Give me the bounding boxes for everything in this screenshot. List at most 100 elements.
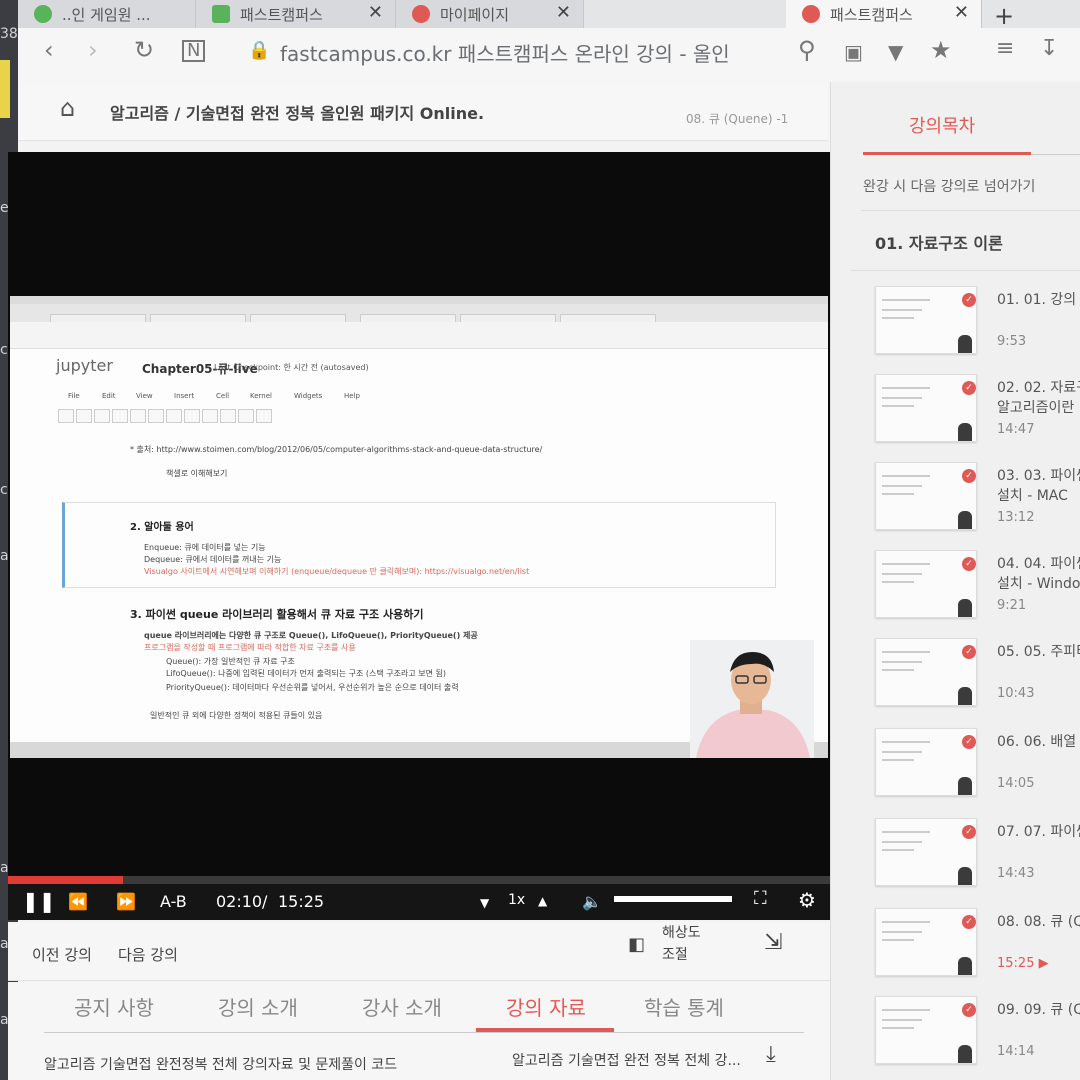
popout-icon[interactable]: ⇲ [764, 930, 782, 955]
lecture-name: 02. 02. 자료구 알고리즘이란 [997, 380, 1080, 416]
quality-label[interactable]: 조절 [662, 944, 688, 964]
tab-favicon [802, 5, 820, 23]
lecture-item[interactable]: ✓ 04. 04. 파이썬 설치 - Window 9:21 [875, 550, 1080, 630]
pocket-icon[interactable]: ▼ [888, 40, 903, 64]
lecture-duration: 13:12 [997, 510, 1035, 525]
zoom-icon[interactable]: ⚲ [798, 36, 816, 64]
lecture-item[interactable]: ✓ 06. 06. 배열 14:05 [875, 728, 1080, 808]
download-icon[interactable]: ↧ [1040, 36, 1058, 61]
download-icon[interactable]: ⤓ [766, 1042, 776, 1067]
checkpoint-text: Last Checkpoint: 한 시간 전 (autosaved) [214, 363, 369, 372]
episode-label: 08. 큐 (Quene) -1 [686, 112, 789, 126]
lecture-name: 05. 05. 주피터 [997, 644, 1080, 660]
fullscreen-icon[interactable]: ⛶ [754, 888, 767, 909]
nb-menu-item: Insert [174, 392, 195, 400]
material-item[interactable]: 알고리즘 기술면접 완전 정복 전체 강... [512, 1050, 741, 1070]
home-icon[interactable]: ⌂ [60, 94, 75, 122]
lecture-name: 04. 04. 파이썬 설치 - Window [997, 556, 1080, 592]
video-controls: ❚❚ ⏪ ⏩ A-B 02:10 / 15:25 ▼ 1x ▲ 🔈 ⛶ ⚙ [8, 884, 832, 920]
speed-up-icon[interactable]: ▲ [538, 894, 547, 908]
ab-repeat-button[interactable]: A-B [160, 892, 187, 911]
sidebar-divider [1031, 154, 1080, 155]
instructor-thumb-icon [958, 423, 972, 441]
volume-icon[interactable]: 🔈 [582, 892, 602, 911]
lecture-item[interactable]: ✓ 09. 09. 큐 (Q 14:14 [875, 996, 1080, 1076]
lecture-item[interactable]: ✓ 02. 02. 자료구 알고리즘이란 14:47 [875, 374, 1080, 454]
rewind-icon[interactable]: ⏪ [68, 892, 88, 911]
tab-label: 패스트캠퍼스 [830, 5, 913, 24]
sidebar-title-underline [863, 152, 1031, 155]
new-tab-button[interactable]: + [994, 2, 1014, 30]
lecture-name: 08. 08. 큐 (Q [997, 914, 1080, 930]
sidebar-title[interactable]: 강의목차 [909, 112, 975, 138]
lecture-duration: 10:43 [997, 686, 1035, 701]
recorded-bookmarks [10, 336, 828, 349]
material-item[interactable]: 알고리즘 기술면접 완전정복 전체 강의자료 및 문제풀이 코드 [44, 1054, 397, 1074]
nb-menu-item: File [68, 392, 80, 400]
browser-tab-active[interactable]: 패스트캠퍼스 ✕ [786, 0, 982, 28]
settings-gear-icon[interactable]: ⚙ [798, 888, 816, 912]
forward-icon[interactable]: › [88, 36, 98, 64]
instructor-thumb-icon [958, 957, 972, 975]
close-tab-icon[interactable]: ✕ [368, 2, 383, 23]
browser-tab[interactable]: 마이페이지 ✕ [396, 0, 584, 28]
lecture-thumbnail: ✓ [875, 638, 977, 706]
reload-icon[interactable]: ↻ [134, 36, 154, 64]
lecture-item[interactable]: ✓ 07. 07. 파이썬 14:43 [875, 818, 1080, 898]
nb-menu-item: Help [344, 392, 360, 400]
tab-notice[interactable]: 공지 사항 [74, 992, 154, 1021]
nb-bullet: Dequeue: 큐에서 데이터를 꺼내는 기능 [144, 555, 282, 564]
nb-toolbar [58, 408, 398, 424]
lecture-name: 09. 09. 큐 (Q [997, 1002, 1080, 1018]
back-icon[interactable]: ‹ [44, 36, 54, 64]
browser-tab[interactable]: ..인 게임원 ... [18, 0, 196, 28]
url-bar[interactable]: fastcampus.co.kr 패스트캠퍼스 온라인 강의 - 올인 [280, 38, 840, 72]
nb-bullet: PriorityQueue(): 데이터마다 우선순위를 넣어서, 우선순위가 … [166, 683, 459, 692]
progress-track[interactable] [8, 876, 830, 884]
lecture-name: 03. 03. 파이썬 설치 - MAC [997, 468, 1080, 504]
close-tab-icon[interactable]: ✕ [556, 2, 571, 23]
progress-fill [8, 876, 123, 884]
time-separator: / [262, 892, 268, 911]
nb-bullet: queue 라이브러리에는 다양한 큐 구조로 Queue(), LifoQue… [144, 631, 478, 640]
playback-speed: 1x [508, 892, 526, 908]
speed-down-icon[interactable]: ▼ [480, 896, 489, 910]
star-icon[interactable]: ★ [930, 36, 952, 64]
total-time: 15:25 [278, 892, 325, 911]
tab-instructor[interactable]: 강사 소개 [362, 992, 442, 1021]
completed-check-icon: ✓ [962, 381, 976, 395]
next-lecture-button[interactable]: 다음 강의 [118, 944, 178, 965]
lecture-item[interactable]: ✓ 01. 01. 강의 소 9:53 [875, 286, 1080, 366]
browser-tab[interactable]: 패스트캠퍼스 ✕ [196, 0, 396, 28]
close-tab-icon[interactable]: ✕ [954, 2, 969, 23]
reader-icon[interactable]: N [182, 40, 206, 62]
section-title[interactable]: 01. 자료구조 이론 [875, 230, 1003, 254]
lecture-item[interactable]: ✓ 05. 05. 주피터 10:43 [875, 638, 1080, 718]
fast-forward-icon[interactable]: ⏩ [116, 892, 136, 911]
lecture-thumbnail: ✓ [875, 550, 977, 618]
content-tabs: 공지 사항 강의 소개 강사 소개 강의 자료 학습 통계 [8, 982, 832, 1036]
library-icon[interactable]: ≡ [996, 36, 1014, 61]
completed-check-icon: ✓ [962, 1003, 976, 1017]
pause-icon[interactable]: ❚❚ [22, 889, 56, 913]
tab-divider [44, 1032, 804, 1033]
tab-course-intro[interactable]: 강의 소개 [218, 992, 298, 1021]
lecture-item[interactable]: ✓ 08. 08. 큐 (Q 15:25 ▶ [875, 908, 1080, 988]
browser-toolbar: ‹ › ↻ N 🔒 fastcampus.co.kr 패스트캠퍼스 온라인 강의… [18, 28, 1080, 83]
volume-slider[interactable] [614, 896, 732, 902]
quality-icon[interactable]: ◧ [628, 934, 645, 955]
lecture-thumbnail: ✓ [875, 728, 977, 796]
instructor-thumb-icon [958, 867, 972, 885]
sidebar-divider [851, 270, 1080, 271]
tab-label: 마이페이지 [440, 5, 510, 24]
quality-label[interactable]: 해상도 [662, 922, 701, 942]
autoplay-option[interactable]: 완강 시 다음 강의로 넘어가기 [863, 176, 1035, 196]
screenshot-icon[interactable]: ▣ [844, 40, 863, 64]
completed-check-icon: ✓ [962, 469, 976, 483]
tab-stats[interactable]: 학습 통계 [644, 992, 724, 1021]
lecture-item[interactable]: ✓ 03. 03. 파이썬 설치 - MAC 13:12 [875, 462, 1080, 542]
instructor-thumb-icon [958, 687, 972, 705]
nb-menu-item: Edit [102, 392, 116, 400]
prev-lecture-button[interactable]: 이전 강의 [32, 944, 92, 965]
tab-materials[interactable]: 강의 자료 [506, 992, 586, 1021]
